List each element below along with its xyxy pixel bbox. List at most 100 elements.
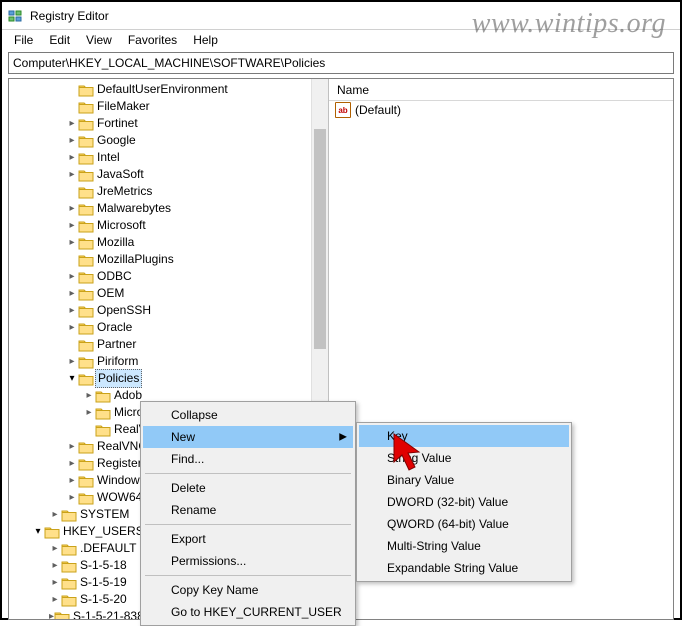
expander-icon[interactable]: ▸ — [66, 234, 78, 251]
title-bar: Registry Editor — [2, 2, 680, 30]
context-menu-item[interactable]: Collapse — [143, 404, 353, 426]
submenu-item[interactable]: DWORD (32-bit) Value — [359, 491, 569, 513]
expander-icon[interactable]: ▸ — [66, 302, 78, 319]
folder-icon — [78, 219, 94, 233]
expander-icon[interactable]: ▸ — [49, 506, 61, 523]
context-menu-item[interactable]: Permissions... — [143, 550, 353, 572]
context-menu-item[interactable]: Export — [143, 528, 353, 550]
string-value-icon: ab — [335, 102, 351, 118]
tree-item[interactable]: ▸ Google — [9, 132, 328, 149]
submenu-label: QWORD (64-bit) Value — [387, 517, 509, 531]
tree-item-label: Google — [97, 132, 136, 149]
tree-item-label: HKEY_USERS — [63, 523, 144, 540]
tree-item-label: OEM — [97, 285, 124, 302]
submenu-item[interactable]: Key — [359, 425, 569, 447]
context-menu-label: Go to HKEY_CURRENT_USER — [171, 605, 342, 619]
expander-icon[interactable]: ▸ — [49, 540, 61, 557]
menu-view[interactable]: View — [78, 32, 120, 48]
tree-item[interactable]: ▸OpenSSH — [9, 302, 328, 319]
expander-icon[interactable]: ▸ — [66, 115, 78, 132]
submenu-item[interactable]: Multi-String Value — [359, 535, 569, 557]
expander-icon[interactable]: ▸ — [83, 387, 95, 404]
expander-icon[interactable]: ▸ — [66, 217, 78, 234]
folder-icon — [78, 321, 94, 335]
expander-icon[interactable]: ▸ — [66, 319, 78, 336]
tree-item[interactable]: ▸Malwarebytes — [9, 200, 328, 217]
expander-icon[interactable]: ▸ — [66, 489, 78, 506]
context-menu-item[interactable]: New▶ — [143, 426, 353, 448]
context-menu: CollapseNew▶Find... Delete Rename Export Per… — [140, 401, 356, 626]
submenu-item[interactable]: Binary Value — [359, 469, 569, 491]
context-menu-item[interactable]: Rename — [143, 499, 353, 521]
expander-icon[interactable]: ▸ — [49, 591, 61, 608]
menu-favorites[interactable]: Favorites — [120, 32, 185, 48]
tree-item[interactable]: ▸ ODBC — [9, 268, 328, 285]
tree-item-label: Adob — [114, 387, 142, 404]
tree-item[interactable]: ▸ JavaSoft — [9, 166, 328, 183]
list-header-name[interactable]: Name — [329, 79, 673, 101]
address-bar[interactable]: Computer\HKEY_LOCAL_MACHINE\SOFTWARE\Pol… — [8, 52, 674, 74]
tree-item[interactable]: ▸ Mozilla — [9, 234, 328, 251]
expander-icon[interactable]: ▸ — [83, 404, 95, 421]
submenu-item[interactable]: QWORD (64-bit) Value — [359, 513, 569, 535]
tree-item-label: S-1-5-19 — [80, 574, 127, 591]
tree-item-label: WOW64 — [97, 489, 142, 506]
tree-item[interactable]: MozillaPlugins — [9, 251, 328, 268]
context-menu-item[interactable]: Delete — [143, 477, 353, 499]
tree-item[interactable]: ▸ Fortinet — [9, 115, 328, 132]
expander-icon[interactable]: ▾ — [66, 370, 78, 387]
tree-item[interactable]: Partner — [9, 336, 328, 353]
expander-icon[interactable]: ▸ — [66, 455, 78, 472]
expander-icon[interactable]: ▸ — [66, 285, 78, 302]
app-icon — [8, 8, 24, 24]
tree-item[interactable]: ▾Policies — [9, 370, 328, 387]
expander-icon[interactable]: ▸ — [66, 438, 78, 455]
context-menu-label: Copy Key Name — [171, 583, 258, 597]
tree-item[interactable]: ▸ OEM — [9, 285, 328, 302]
expander-icon[interactable]: ▸ — [66, 132, 78, 149]
expander-icon[interactable]: ▸ — [49, 557, 61, 574]
folder-icon — [78, 457, 94, 471]
tree-item[interactable]: ▸ Intel — [9, 149, 328, 166]
tree-item-label: Mozilla — [97, 234, 134, 251]
expander-icon[interactable]: ▸ — [66, 268, 78, 285]
context-menu-item[interactable]: Find... — [143, 448, 353, 470]
menu-edit[interactable]: Edit — [41, 32, 78, 48]
menu-separator — [145, 524, 351, 525]
folder-icon — [78, 338, 94, 352]
folder-icon — [78, 304, 94, 318]
tree-item-label: JavaSoft — [97, 166, 144, 183]
tree-item[interactable]: ▸Piriform — [9, 353, 328, 370]
submenu-item[interactable]: String Value — [359, 447, 569, 469]
expander-icon[interactable]: ▸ — [66, 472, 78, 489]
expander-icon[interactable]: ▸ — [66, 353, 78, 370]
folder-icon — [78, 134, 94, 148]
expander-icon[interactable]: ▸ — [49, 574, 61, 591]
tree-item[interactable]: ▸Oracle — [9, 319, 328, 336]
tree-item[interactable]: ▸Microsoft — [9, 217, 328, 234]
submenu-item[interactable]: Expandable String Value — [359, 557, 569, 579]
scrollbar-thumb[interactable] — [314, 129, 326, 349]
tree-item-label: Fortinet — [97, 115, 138, 132]
context-menu-label: New — [171, 430, 195, 444]
tree-item-label: ODBC — [97, 268, 132, 285]
expander-icon[interactable]: ▾ — [32, 523, 44, 540]
tree-item-label: Intel — [97, 149, 120, 166]
context-menu-item[interactable]: Copy Key Name — [143, 579, 353, 601]
tree-item[interactable]: JreMetrics — [9, 183, 328, 200]
folder-icon — [61, 542, 77, 556]
folder-icon — [78, 168, 94, 182]
expander-icon[interactable]: ▸ — [66, 166, 78, 183]
folder-icon — [61, 593, 77, 607]
context-menu-label: Export — [171, 532, 206, 546]
expander-icon[interactable]: ▸ — [66, 149, 78, 166]
tree-item-label: Register — [97, 455, 142, 472]
context-menu-label: Delete — [171, 481, 206, 495]
expander-icon[interactable]: ▸ — [66, 200, 78, 217]
tree-item[interactable]: DefaultUserEnvironment — [9, 81, 328, 98]
menu-help[interactable]: Help — [185, 32, 226, 48]
tree-item[interactable]: FileMaker — [9, 98, 328, 115]
list-row[interactable]: ab (Default) — [329, 101, 673, 119]
menu-file[interactable]: File — [6, 32, 41, 48]
tree-item-label: Partner — [97, 336, 136, 353]
